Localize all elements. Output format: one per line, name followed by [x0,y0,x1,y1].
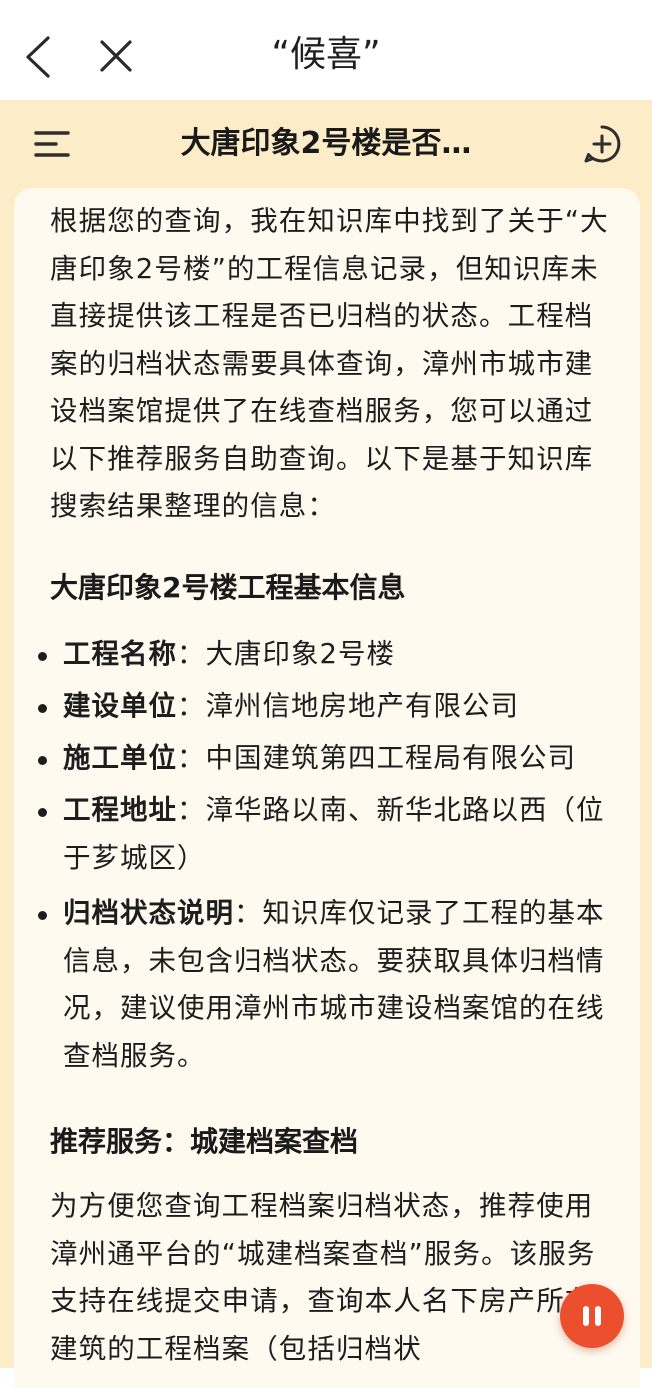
info-label: 施工单位 [63,742,177,774]
pause-button[interactable] [560,1284,624,1348]
chat-header: 大唐印象2号楼是否… [0,100,652,188]
info-value: ：中国建筑第四工程局有限公司 [177,742,576,774]
info-item: 工程地址：漳华路以南、新华北路以西（位于芗城区） [36,787,616,882]
info-item: 工程名称：大唐印象2号楼 [36,631,616,679]
answer-card: 根据您的查询，我在知识库中找到了关于“大唐印象2号楼”的工程信息记录，但知识库未… [14,188,640,1388]
chat-area: 大唐印象2号楼是否… 根据您的查询，我在知识库中找到了关于“大唐印象2号楼”的工… [0,100,652,1388]
info-item: 归档状态说明：知识库仅记录了工程的基本信息，未包含归档状态。要获取具体归档情况，… [36,890,616,1080]
section-title-recommended-service: 推荐服务：城建档案查档 [50,1125,359,1158]
section-title-basic-info: 大唐印象2号楼工程基本信息 [50,571,406,604]
page-title: “候喜” [271,34,381,75]
info-item: 施工单位：中国建筑第四工程局有限公司 [36,735,616,783]
bullet-dot [38,704,47,713]
info-item: 建设单位：漳州信地房地产有限公司 [36,683,616,731]
bullet-dot [38,756,47,765]
chat-title: 大唐印象2号楼是否… [180,126,472,161]
info-value: ：漳州信地房地产有限公司 [177,690,519,722]
intro-paragraph: 根据您的查询，我在知识库中找到了关于“大唐印象2号楼”的工程信息记录，但知识库未… [50,205,609,522]
info-label: 建设单位 [63,690,177,722]
add-circle-icon[interactable] [582,124,622,164]
pause-icon [595,1306,601,1326]
top-navigation-bar: “候喜” [0,0,652,100]
bullet-dot [38,911,47,920]
bullet-dot [38,808,47,817]
bullet-dot [38,652,47,661]
info-label: 工程地址 [63,794,177,826]
info-label: 归档状态说明 [63,897,234,929]
pause-icon [583,1306,589,1326]
info-label: 工程名称 [63,638,177,670]
info-value: ：大唐印象2号楼 [177,638,395,670]
service-paragraph: 为方便您查询工程档案归档状态，推荐使用漳州通平台的“城建档案查档”服务。该服务支… [50,1190,596,1365]
